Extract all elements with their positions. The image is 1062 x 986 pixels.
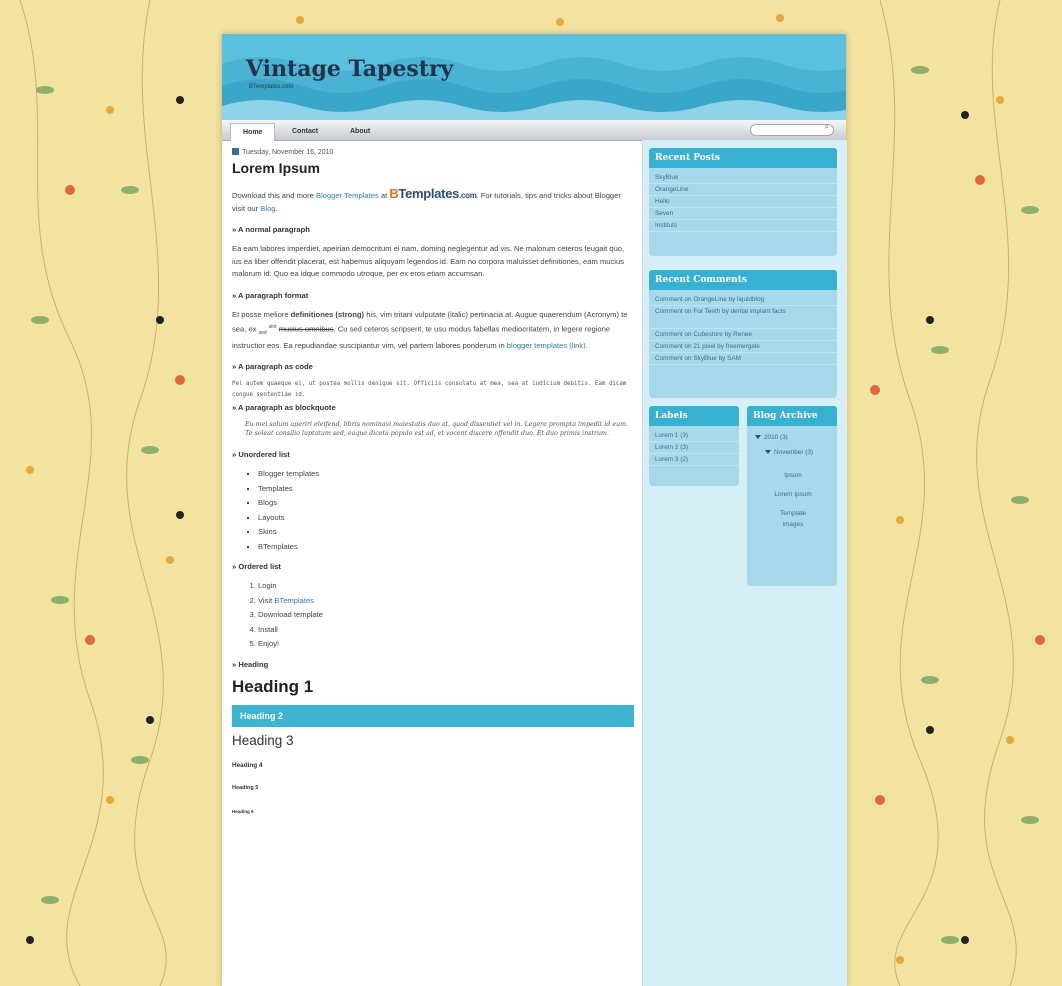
blog-archive-widget: Blog Archive 2010 (3) November (3) Ipsum… <box>747 406 837 586</box>
post-title[interactable]: Lorem Ipsum <box>232 160 632 176</box>
list-item: Install <box>258 623 632 638</box>
blog-link[interactable]: Blog <box>260 204 275 213</box>
archive-year[interactable]: 2010 (3) <box>755 432 831 443</box>
blogger-templates-link[interactable]: blogger templates (link) <box>507 341 586 350</box>
archive-month[interactable]: November (3) <box>755 447 831 458</box>
section-heading: » A normal paragraph <box>232 225 310 234</box>
post-date: Tuesday, November 16, 2010 <box>232 148 632 158</box>
heading-3: Heading 3 <box>232 732 294 748</box>
recent-comment-link[interactable]: Comment on Cubestore by Renee <box>649 329 837 341</box>
widget-title: Recent Posts <box>649 148 837 168</box>
logo-suffix: .com <box>459 191 477 200</box>
widget-title: Recent Comments <box>649 270 837 290</box>
unordered-list: Blogger templates Templates Blogs Layout… <box>232 467 632 554</box>
list-item: Visit BTemplates <box>258 594 632 609</box>
section-heading: » A paragraph format <box>232 290 309 300</box>
tab-home[interactable]: Home <box>230 123 276 141</box>
code-paragraph: Pel autem quaeque ei, ut postea mollis d… <box>232 381 627 399</box>
archive-year-text[interactable]: 2010 (3) <box>764 434 788 441</box>
section-heading: » Heading <box>232 659 269 669</box>
section-heading: » A paragraph as blockquote <box>232 403 336 413</box>
btemplates-logo[interactable]: BTemplates.com <box>389 186 477 203</box>
list-item: BTemplates <box>258 540 632 555</box>
sidebar: Recent Posts SkyBlue OrangeLine Hello Se… <box>642 140 847 986</box>
format-text: . <box>585 340 588 350</box>
sub-text: sed <box>258 330 267 337</box>
tab-contact[interactable]: Contact <box>280 123 330 140</box>
heading-2: Heading 2 <box>232 704 634 727</box>
list-item-text: Visit <box>258 595 275 605</box>
expand-triangle-icon[interactable] <box>765 450 771 454</box>
nav-bar: Home Contact About ⌕ <box>222 120 846 141</box>
archive-post-link[interactable]: Template images <box>755 508 831 530</box>
list-item: Blogs <box>258 496 632 511</box>
section-heading: » Ordered list <box>232 562 281 572</box>
format-text: Et posse meliore <box>232 309 291 319</box>
archive-post-link[interactable]: Ipsum <box>755 470 831 481</box>
list-item: Enjoy! <box>258 637 632 652</box>
intro-paragraph: Download this and more Blogger Templates… <box>232 186 632 215</box>
format-paragraph: Et posse meliore definitiones (strong) h… <box>232 309 632 353</box>
widget-title: Labels <box>649 406 739 426</box>
tab-about[interactable]: About <box>338 123 382 140</box>
label-link[interactable]: Lorem 2 (3) <box>649 442 739 454</box>
ordered-list: Login Visit BTemplates Download template… <box>232 579 632 652</box>
widget-title: Blog Archive <box>747 406 837 426</box>
recent-comment-link[interactable]: Comment on For Teeth by dental implant f… <box>649 306 837 329</box>
intro-text: . <box>275 203 278 213</box>
recent-post-link[interactable]: SkyBlue <box>649 172 837 184</box>
blogger-templates-link[interactable]: Blogger Templates <box>316 191 379 200</box>
post-date-text: Tuesday, November 16, 2010 <box>242 149 334 156</box>
blog-page: Vintage Tapestry BTemplates.com Home Con… <box>222 34 847 986</box>
strong-text: definitiones (strong) <box>290 309 365 319</box>
blog-header: Vintage Tapestry BTemplates.com <box>222 34 846 120</box>
btemplates-link[interactable]: BTemplates <box>274 596 314 605</box>
list-item: Login <box>258 579 632 594</box>
search-icon[interactable]: ⌕ <box>825 122 829 132</box>
recent-comment-link[interactable]: Comment on SkyBlue by SAM <box>649 353 837 365</box>
list-item: Skins <box>258 525 632 540</box>
strike-text: mucius omnibus <box>278 324 334 334</box>
intro-text: at <box>378 191 390 200</box>
heading-4: Heading 4 <box>232 761 263 769</box>
list-item: Download template <box>258 608 632 623</box>
blog-title[interactable]: Vintage Tapestry <box>246 56 453 82</box>
section-heading: » Unordered list <box>232 450 290 460</box>
expand-triangle-icon[interactable] <box>755 435 761 439</box>
search-input[interactable]: ⌕ <box>750 122 834 136</box>
recent-post-link[interactable]: Instituts <box>649 220 837 232</box>
blog-description: BTemplates.com <box>249 84 294 90</box>
sup-text: sint <box>268 324 277 330</box>
recent-post-link[interactable]: Hello <box>649 196 837 208</box>
normal-paragraph: Ea eam labores imperdiet, apeirian democ… <box>232 244 625 278</box>
archive-post-link[interactable]: Lorem Ipsum <box>755 489 831 500</box>
post-content: Tuesday, November 16, 2010 Lorem Ipsum D… <box>232 148 634 814</box>
recent-post-link[interactable]: OrangeLine <box>649 184 837 196</box>
recent-comments-widget: Recent Comments Comment on OrangeLine by… <box>649 270 837 398</box>
list-item: Blogger templates <box>258 467 632 482</box>
label-link[interactable]: Lorem 1 (3) <box>649 430 739 442</box>
list-item: Layouts <box>258 511 632 526</box>
archive-month-text[interactable]: November (3) <box>774 449 813 456</box>
list-item: Templates <box>258 482 632 497</box>
labels-widget: Labels Lorem 1 (3) Lorem 2 (3) Lorem 3 (… <box>649 406 739 486</box>
heading-6: Heading 6 <box>232 808 254 814</box>
section-heading: » A paragraph as code <box>232 362 313 372</box>
calendar-icon <box>232 148 239 155</box>
heading-5: Heading 5 <box>232 784 259 791</box>
recent-comment-link[interactable]: Comment on 21 pixel by freemergale <box>649 341 837 353</box>
blockquote: Eu mei solum aperiri eleifend, libris no… <box>245 421 629 438</box>
recent-posts-widget: Recent Posts SkyBlue OrangeLine Hello Se… <box>649 148 837 256</box>
heading-1: Heading 1 <box>232 676 314 696</box>
recent-comment-link[interactable]: Comment on OrangeLine by liquidblog <box>649 294 837 306</box>
recent-post-link[interactable]: Seven <box>649 208 837 220</box>
label-link[interactable]: Lorem 3 (2) <box>649 454 739 466</box>
logo-word: Templates <box>398 186 460 201</box>
intro-text: Download this and more <box>232 191 316 200</box>
